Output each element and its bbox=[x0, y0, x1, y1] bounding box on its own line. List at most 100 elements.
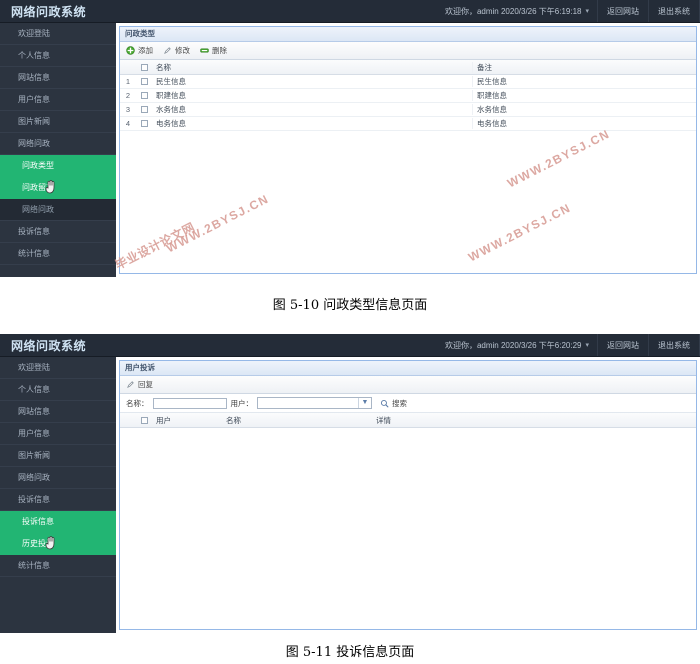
checkbox-icon bbox=[140, 63, 148, 71]
remove-minus-icon bbox=[200, 48, 209, 53]
row-name: 民生信息 bbox=[156, 77, 186, 86]
checkbox-icon bbox=[140, 120, 148, 127]
grid-header-2: 用户 名称 详情 bbox=[120, 413, 696, 428]
search-button-label: 搜索 bbox=[392, 398, 407, 408]
table-row[interactable]: 1 民生信息 民生信息 bbox=[120, 75, 696, 89]
select-all-checkbox[interactable] bbox=[136, 416, 152, 424]
select-all-checkbox[interactable] bbox=[136, 63, 152, 71]
sidebar-1: 欢迎登陆 个人信息 网站信息 用户信息 图片新闻 网络问政 问政类型 问政留言 … bbox=[0, 23, 116, 277]
panel-title-2: 用户投诉 bbox=[120, 361, 696, 376]
panel-title-1: 问政类型 bbox=[120, 27, 696, 42]
grid-header-name: 名称 bbox=[226, 415, 241, 425]
sidebar-item-history-complaint[interactable]: 历史投诉 bbox=[0, 533, 116, 555]
checkbox-icon bbox=[140, 106, 148, 113]
row-index: 4 bbox=[125, 119, 131, 128]
sidebar-item-network-politics[interactable]: 网络问政 bbox=[0, 133, 116, 155]
chevron-down-icon: ▼ bbox=[358, 398, 371, 408]
add-button[interactable]: 添加 bbox=[126, 45, 153, 56]
name-field-label: 名称： bbox=[126, 398, 149, 408]
body-split-1: 欢迎登陆 个人信息 网站信息 用户信息 图片新闻 网络问政 问政类型 问政留言 … bbox=[0, 23, 700, 277]
sidebar-item-history-complaint-label: 历史投诉 bbox=[22, 539, 54, 548]
row-checkbox[interactable] bbox=[136, 92, 152, 99]
welcome-user-2[interactable]: 欢迎你，admin 2020/3/26 下午6:20:29 ▾ bbox=[437, 334, 597, 356]
welcome-user-1[interactable]: 欢迎你，admin 2020/3/26 下午6:19:18 ▾ bbox=[437, 0, 597, 22]
row-checkbox[interactable] bbox=[136, 106, 152, 113]
chevron-down-icon: ▾ bbox=[585, 342, 589, 349]
grid-body-2 bbox=[120, 428, 696, 629]
sidebar-item-personal-info[interactable]: 个人信息 bbox=[0, 45, 116, 67]
sidebar-item-user-info[interactable]: 用户信息 bbox=[0, 89, 116, 111]
sidebar-item-site-info[interactable]: 网站信息 bbox=[0, 401, 116, 423]
sidebar-item-site-info[interactable]: 网站信息 bbox=[0, 67, 116, 89]
search-button[interactable]: 搜索 bbox=[380, 398, 407, 409]
row-checkbox[interactable] bbox=[136, 120, 152, 127]
name-input[interactable] bbox=[152, 397, 227, 409]
sidebar-item-question-message-label: 问政留言 bbox=[22, 183, 54, 192]
reply-button[interactable]: 回复 bbox=[126, 379, 153, 390]
back-to-site-button-2[interactable]: 返回网站 bbox=[597, 334, 648, 356]
app-title-2: 网络问政系统 bbox=[11, 338, 87, 353]
panel-question-type: 问政类型 添加 修改 删除 名称 备注 1 民生信息 民生信息 2 职建信息 职… bbox=[119, 26, 697, 274]
sidebar-2: 欢迎登陆 个人信息 网站信息 用户信息 图片新闻 网络问政 投诉信息 投诉信息 … bbox=[0, 357, 116, 633]
user-select[interactable]: ▼ bbox=[257, 397, 372, 409]
app-window-1: 网络问政系统 欢迎你，admin 2020/3/26 下午6:19:18 ▾ 返… bbox=[0, 0, 700, 277]
row-name: 水务信息 bbox=[156, 105, 186, 114]
sidebar-item-photo-news[interactable]: 图片新闻 bbox=[0, 111, 116, 133]
body-split-2: 欢迎登陆 个人信息 网站信息 用户信息 图片新闻 网络问政 投诉信息 投诉信息 … bbox=[0, 357, 700, 633]
sidebar-item-welcome[interactable]: 欢迎登陆 bbox=[0, 23, 116, 45]
logout-button-2[interactable]: 退出系统 bbox=[648, 334, 700, 356]
content-area-1: 问政类型 添加 修改 删除 名称 备注 1 民生信息 民生信息 2 职建信息 职… bbox=[116, 23, 700, 277]
delete-button-label: 删除 bbox=[212, 46, 227, 55]
sidebar-item-statistics-info[interactable]: 统计信息 bbox=[0, 243, 116, 265]
sidebar-item-complaint-info[interactable]: 投诉信息 bbox=[0, 489, 116, 511]
row-name: 职建信息 bbox=[156, 91, 186, 100]
top-bar-right-2: 欢迎你，admin 2020/3/26 下午6:20:29 ▾ 返回网站 退出系… bbox=[437, 334, 700, 356]
table-row[interactable]: 4 电务信息 电务信息 bbox=[120, 117, 696, 131]
search-bar: 名称： 用户： ▼ 搜索 bbox=[120, 394, 696, 413]
grid-header-name: 名称 bbox=[156, 62, 171, 72]
figure-caption-1: 图 5-10 问政类型信息页面 bbox=[272, 298, 428, 313]
grid-header-user: 用户 bbox=[156, 415, 171, 425]
sidebar-item-welcome[interactable]: 欢迎登陆 bbox=[0, 357, 116, 379]
app-title-1: 网络问政系统 bbox=[11, 4, 87, 19]
top-bar-1: 网络问政系统 欢迎你，admin 2020/3/26 下午6:19:18 ▾ 返… bbox=[0, 0, 700, 23]
top-bar-2: 网络问政系统 欢迎你，admin 2020/3/26 下午6:20:29 ▾ 返… bbox=[0, 334, 700, 357]
logout-button-1[interactable]: 退出系统 bbox=[648, 0, 700, 22]
sidebar-item-photo-news[interactable]: 图片新闻 bbox=[0, 445, 116, 467]
edit-button[interactable]: 修改 bbox=[163, 45, 190, 56]
app-window-2: 网络问政系统 欢迎你，admin 2020/3/26 下午6:20:29 ▾ 返… bbox=[0, 334, 700, 633]
sidebar-item-question-type[interactable]: 问政类型 bbox=[0, 155, 116, 177]
row-remark: 职建信息 bbox=[472, 90, 696, 101]
table-row[interactable]: 3 水务信息 水务信息 bbox=[120, 103, 696, 117]
pencil-icon bbox=[164, 47, 171, 54]
checkbox-icon bbox=[140, 78, 148, 85]
row-index: 1 bbox=[125, 77, 131, 86]
row-index: 3 bbox=[125, 105, 131, 114]
chevron-down-icon: ▾ bbox=[585, 8, 589, 15]
sidebar-item-personal-info[interactable]: 个人信息 bbox=[0, 379, 116, 401]
welcome-text-2: 欢迎你，admin 2020/3/26 下午6:20:29 bbox=[444, 340, 582, 350]
back-to-site-button-1[interactable]: 返回网站 bbox=[597, 0, 648, 22]
add-plus-icon bbox=[126, 46, 135, 55]
row-name: 电务信息 bbox=[156, 119, 186, 128]
delete-button[interactable]: 删除 bbox=[200, 45, 227, 56]
sidebar-item-user-info[interactable]: 用户信息 bbox=[0, 423, 116, 445]
sidebar-item-complaint-info-sub[interactable]: 投诉信息 bbox=[0, 511, 116, 533]
panel-user-complaint: 用户投诉 回复 名称： 用户： ▼ 搜索 用户 名称 详情 bbox=[119, 360, 697, 630]
document-page: 网络问政系统 欢迎你，admin 2020/3/26 下午6:19:18 ▾ 返… bbox=[0, 0, 700, 664]
row-remark: 民生信息 bbox=[472, 76, 696, 87]
pencil-icon bbox=[127, 381, 134, 388]
figure-caption-2: 图 5-11 投诉信息页面 bbox=[285, 645, 415, 660]
row-checkbox[interactable] bbox=[136, 78, 152, 85]
edit-button-label: 修改 bbox=[175, 46, 190, 55]
sidebar-item-question-message[interactable]: 问政留言 bbox=[0, 177, 116, 199]
sidebar-item-complaint-info[interactable]: 投诉信息 bbox=[0, 221, 116, 243]
welcome-text-1: 欢迎你，admin 2020/3/26 下午6:19:18 bbox=[444, 6, 582, 16]
sidebar-item-network-politics[interactable]: 网络问政 bbox=[0, 467, 116, 489]
content-area-2: 用户投诉 回复 名称： 用户： ▼ 搜索 用户 名称 详情 bbox=[116, 357, 700, 633]
table-row[interactable]: 2 职建信息 职建信息 bbox=[120, 89, 696, 103]
search-icon bbox=[380, 399, 389, 407]
row-index: 2 bbox=[125, 91, 131, 100]
sidebar-item-statistics-info[interactable]: 统计信息 bbox=[0, 555, 116, 577]
sidebar-item-network-politics-sub[interactable]: 网络问政 bbox=[0, 199, 116, 221]
